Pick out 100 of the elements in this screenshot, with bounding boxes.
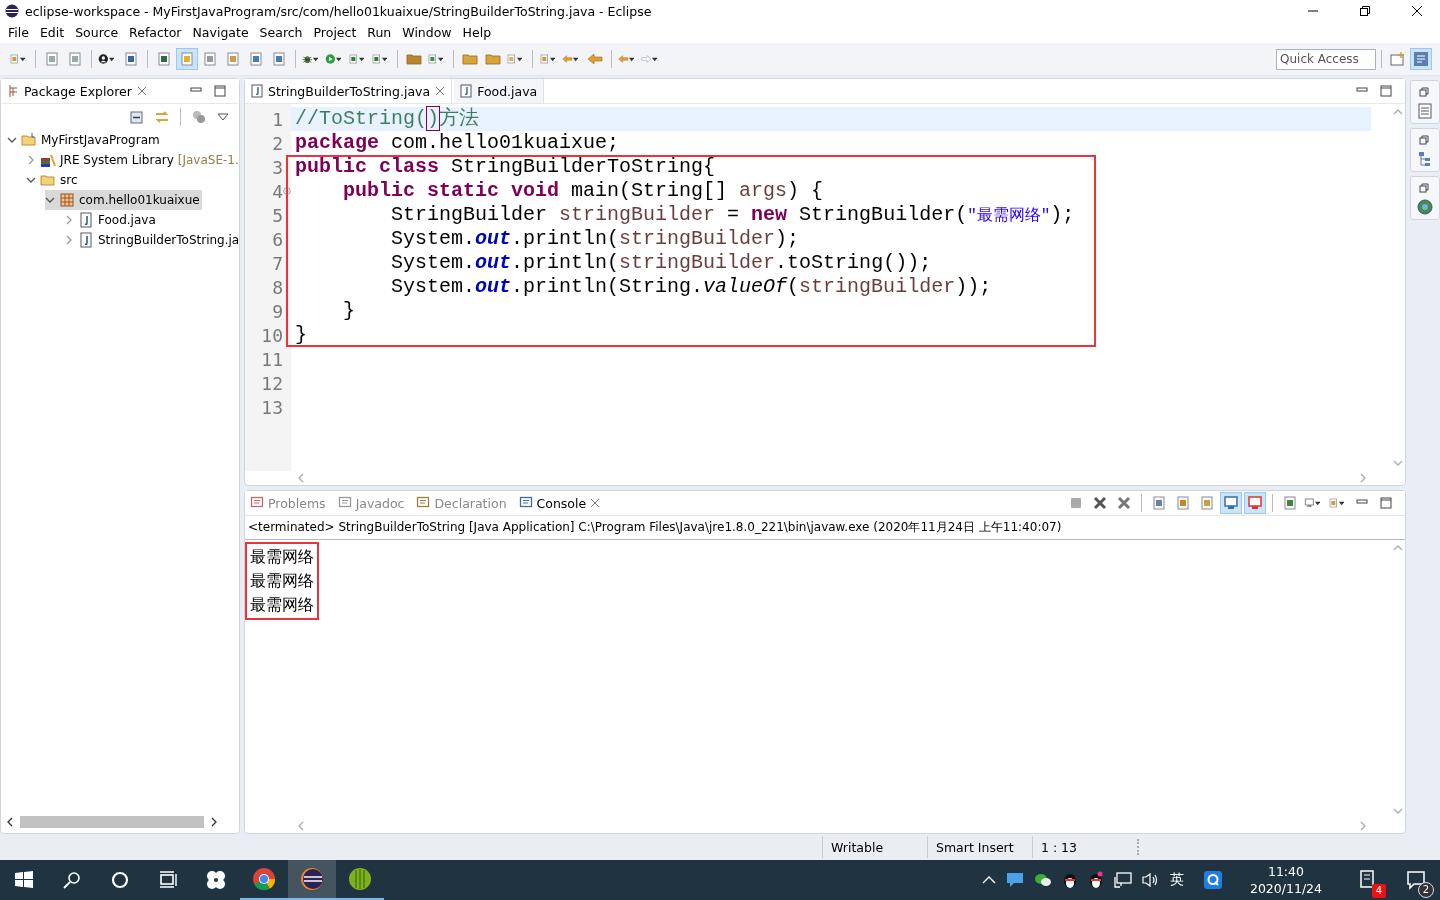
tree-item[interactable]: MyFirstJavaProgram: [7, 130, 162, 150]
dropdown-arrow-icon: [358, 56, 364, 62]
notification-badge: 4: [1372, 884, 1386, 898]
dropdown-arrow-icon: [628, 56, 634, 62]
dropdown-arrow-icon: [1314, 500, 1320, 506]
package-icon: [59, 192, 75, 208]
tree-item[interactable]: com.hello01kuaixue: [45, 190, 202, 210]
javadoc-icon: [337, 496, 352, 510]
remove-all-icon: [1116, 495, 1132, 511]
java-perspective-icon[interactable]: [1413, 51, 1429, 67]
dropdown-arrow-icon: [1338, 500, 1344, 506]
menu-item[interactable]: File: [2, 25, 34, 40]
fold-icon[interactable]: [283, 187, 291, 195]
hierarchy-icon[interactable]: [1418, 151, 1432, 167]
restore-icon[interactable]: [1360, 6, 1370, 16]
line-number: 4: [272, 180, 283, 202]
line-number: 5: [272, 204, 283, 226]
menu-item[interactable]: Project: [307, 25, 362, 40]
package-explorer-tab[interactable]: Package Explorer: [1, 79, 153, 103]
chat-bubbles-icon[interactable]: [1033, 872, 1052, 888]
dropdown-arrow-icon: [335, 56, 341, 62]
chevron-right-icon[interactable]: [26, 155, 36, 165]
scrollbar-thumb[interactable]: [20, 816, 204, 828]
eclipse-icon: [300, 867, 324, 891]
taskbar-button[interactable]: [288, 860, 336, 900]
file-icon: [78, 232, 94, 248]
line-number: 3: [272, 156, 283, 178]
line-number: 10: [261, 324, 283, 346]
chevron-down-icon[interactable]: [7, 135, 17, 145]
clock-time[interactable]: 11:40: [1267, 863, 1304, 880]
speaker-icon[interactable]: [1141, 872, 1160, 888]
dropdown-arrow-icon: [549, 56, 555, 62]
show-out-icon: [1223, 495, 1239, 511]
tree-item-label: StringBuilderToString.ja: [98, 233, 240, 247]
folder-icon: [485, 51, 501, 67]
q-app-icon[interactable]: [1203, 871, 1222, 889]
menu-item[interactable]: Edit: [33, 25, 70, 40]
input-method-indicator[interactable]: 英: [1169, 871, 1184, 889]
striped-ball-icon: [348, 867, 372, 891]
code-line: System.out.println(stringBuilder);: [390, 227, 801, 251]
line-number: 2: [272, 132, 283, 154]
link-editor-icon[interactable]: [154, 109, 170, 125]
view-tab[interactable]: Console: [513, 491, 606, 515]
penguin-icon[interactable]: [1061, 871, 1078, 889]
remove-icon: [1092, 495, 1108, 511]
dropdown-arrow-icon: [572, 56, 578, 62]
code-line: package com.hello01kuaixue;: [294, 131, 621, 155]
line-number: 13: [261, 396, 283, 418]
view-menu-icon[interactable]: [217, 113, 229, 121]
penguin-icon[interactable]: [1087, 871, 1104, 889]
maximize-icon[interactable]: [213, 84, 227, 98]
dropdown-arrow-icon: [108, 56, 114, 62]
maximize-icon[interactable]: [1379, 496, 1393, 510]
problems-icon: [250, 496, 264, 510]
window-title: eclipse-workspace - MyFirstJavaProgram/src/com/hello01kuaixue/StringBuilderToString.java - Eclipse: [25, 3, 652, 19]
menu-item[interactable]: Run: [361, 25, 397, 40]
outline-icon[interactable]: [1418, 103, 1432, 119]
dropdown-arrow-icon: [437, 56, 443, 62]
quick-access-field[interactable]: Quick Access: [1276, 48, 1376, 70]
close-icon[interactable]: [1412, 6, 1422, 16]
tree-item[interactable]: JRE System Library [JavaSE-1.: [26, 150, 241, 170]
maximize-icon[interactable]: [1379, 84, 1393, 98]
dropdown-arrow-icon: [19, 56, 25, 62]
menu-item[interactable]: Search: [253, 25, 308, 40]
editor-tab[interactable]: Food.java: [454, 79, 545, 103]
clock-date[interactable]: 2020/11/24: [1249, 880, 1322, 897]
code-line: StringBuilder stringBuilder = new StringBuilder("最需网络");: [390, 203, 1076, 227]
tree-item-label: Food.java: [98, 213, 156, 227]
chrome-icon: [252, 867, 276, 891]
open-perspective-icon[interactable]: [1390, 51, 1406, 67]
view-tab[interactable]: Javadoc: [332, 491, 410, 515]
code-line: System.out.println(stringBuilder.toString());: [390, 251, 933, 275]
action-center-badge: 2: [1418, 882, 1434, 898]
caret-up-icon[interactable]: [981, 875, 996, 885]
library-icon: [40, 152, 56, 168]
pinwheel-icon: [204, 868, 228, 892]
filter-icon[interactable]: [191, 109, 207, 125]
last-edit-icon: [587, 51, 603, 67]
menu-item[interactable]: Source: [69, 25, 124, 40]
notes-icon[interactable]: [1359, 870, 1377, 890]
menu-item[interactable]: Navigate: [186, 25, 254, 40]
tree-item-detail: [JavaSE-1.: [177, 153, 239, 167]
line-number: 11: [261, 348, 283, 370]
view-tab[interactable]: Declaration: [411, 491, 512, 515]
show-err-icon: [1247, 495, 1263, 511]
code-line: System.out.println(String.valueOf(stringBuilder));: [390, 275, 993, 299]
tree-item-label: src: [60, 173, 78, 187]
tree-item[interactable]: StringBuilderToString.ja: [64, 230, 242, 250]
package-explorer-icon: [7, 84, 19, 98]
line-number: 9: [272, 300, 283, 322]
globe-icon[interactable]: [1417, 199, 1433, 215]
menu-item[interactable]: Refactor: [123, 25, 187, 40]
network-icon[interactable]: [1113, 872, 1132, 888]
view-tab[interactable]: Problems: [245, 491, 331, 515]
tree-item[interactable]: src: [26, 170, 80, 190]
chat-bubble-icon[interactable]: [1005, 872, 1024, 888]
menu-item[interactable]: Help: [456, 25, 497, 40]
tree-item[interactable]: Food.java: [64, 210, 158, 230]
collapse-all-icon[interactable]: [128, 109, 144, 125]
menu-item[interactable]: Window: [396, 25, 457, 40]
